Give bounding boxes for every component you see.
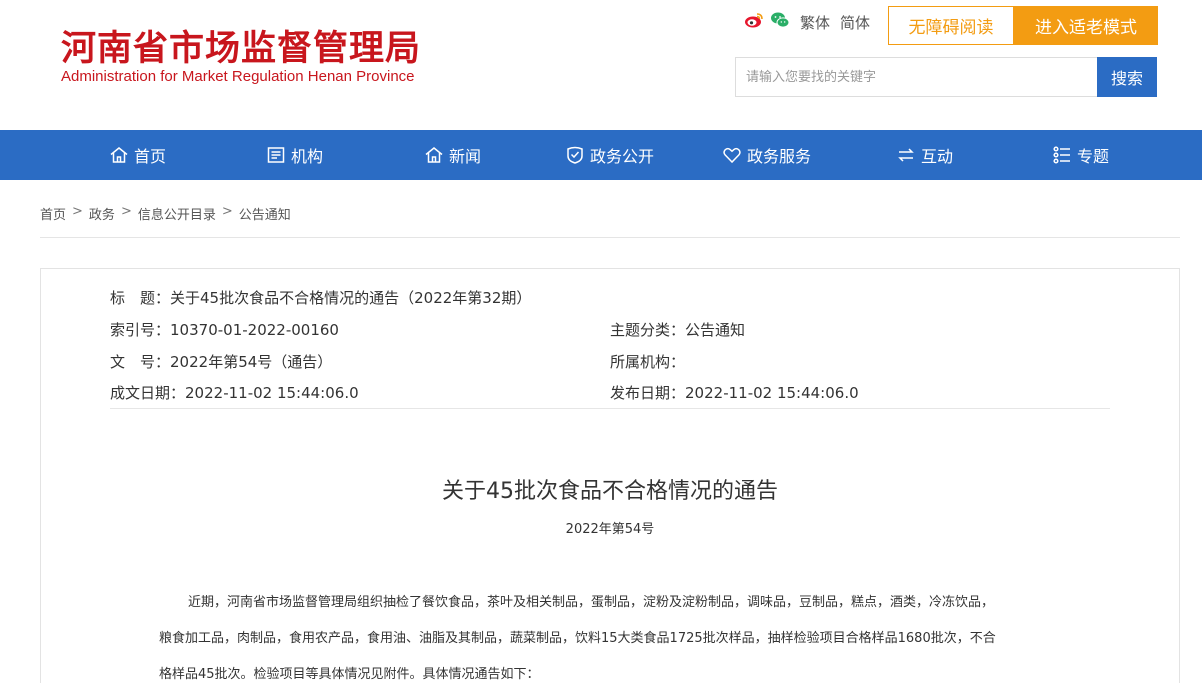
weibo-icon[interactable] [744, 11, 764, 33]
site-header: 河南省市场监督管理局 Administration for Market Reg… [0, 0, 1202, 130]
nav-label-interaction: 互动 [921, 147, 954, 166]
nav-label-home: 首页 [134, 147, 167, 166]
meta-title: 标 题：关于45批次食品不合格情况的通告（2022年第32期） [110, 287, 531, 308]
nav-item-topic[interactable]: 专题 [1052, 130, 1109, 180]
meta-topic-value: 公告通知 [685, 321, 746, 339]
meta-doc-number: 文 号：2022年第54号（通告） [110, 351, 332, 372]
meta-created-label: 成文日期： [110, 384, 186, 402]
accessible-reading-button[interactable]: 无障碍阅读 [888, 6, 1014, 45]
breadcrumb-separator: > [120, 204, 132, 219]
meta-topic: 主题分类：公告通知 [610, 319, 745, 340]
meta-published-date: 发布日期：2022-11-02 15:44:06.0 [610, 382, 859, 403]
meta-created-date: 成文日期：2022-11-02 15:44:06.0 [110, 382, 359, 403]
nav-label-government-service: 政务服务 [747, 147, 812, 166]
meta-topic-label: 主题分类： [610, 321, 686, 339]
top-links: 繁体 简体 [744, 10, 870, 34]
meta-org-label: 所属机构： [610, 353, 686, 371]
article-paragraph-line: 粮食加工品，肉制品，食用农产品，食用油、油脂及其制品，蔬菜制品，饮料15大类食品… [159, 631, 996, 646]
nav-item-open-government[interactable]: 政务公开 [565, 130, 654, 180]
nav-item-news[interactable]: 新闻 [424, 130, 481, 180]
home-icon [110, 147, 128, 163]
meta-published-label: 发布日期： [610, 384, 686, 402]
nav-item-organization[interactable]: 机构 [266, 130, 323, 180]
wechat-icon[interactable] [770, 11, 790, 33]
meta-created-value: 2022-11-02 15:44:06.0 [185, 384, 359, 402]
nav-label-open-government: 政务公开 [590, 147, 655, 166]
nav-label-news: 新闻 [449, 147, 482, 166]
nav-label-organization: 机构 [291, 147, 324, 166]
meta-index: 索引号：10370-01-2022-00160 [110, 319, 339, 340]
organization-icon [267, 147, 285, 163]
article-container: 标 题：关于45批次食品不合格情况的通告（2022年第32期） 索引号：1037… [40, 268, 1180, 683]
search-input[interactable] [735, 57, 1097, 97]
simplified-chinese-link[interactable]: 简体 [840, 12, 870, 33]
meta-divider [110, 408, 1110, 409]
breadcrumb-item-catalog[interactable]: 信息公开目录 [138, 204, 216, 223]
meta-title-label: 标 题： [110, 289, 171, 307]
nav-item-home[interactable]: 首页 [109, 130, 166, 180]
open-government-icon [567, 146, 583, 164]
nav-item-government-service[interactable]: 政务服务 [722, 130, 811, 180]
meta-doc-label: 文 号： [110, 353, 171, 371]
meta-index-value: 10370-01-2022-00160 [170, 321, 339, 339]
traditional-chinese-link[interactable]: 繁体 [800, 12, 830, 33]
breadcrumb: 首页 > 政务 > 信息公开目录 > 公告通知 [40, 204, 291, 223]
meta-title-value: 关于45批次食品不合格情况的通告（2022年第32期） [170, 289, 532, 307]
breadcrumb-item-home[interactable]: 首页 [40, 204, 66, 223]
breadcrumb-separator: > [221, 204, 233, 219]
heart-service-icon [723, 147, 741, 164]
meta-organization: 所属机构： [610, 351, 685, 372]
meta-index-label: 索引号： [110, 321, 171, 339]
topic-icon [1053, 146, 1070, 164]
breadcrumb-divider [40, 237, 1180, 238]
nav-label-topic: 专题 [1077, 147, 1110, 166]
elder-mode-button[interactable]: 进入适老模式 [1014, 6, 1158, 45]
breadcrumb-item-notice[interactable]: 公告通知 [239, 204, 291, 223]
nav-item-interaction[interactable]: 互动 [896, 130, 953, 180]
breadcrumb-separator: > [72, 204, 83, 219]
search-button[interactable]: 搜索 [1097, 57, 1157, 97]
article-paragraph-line: 近期，河南省市场监督管理局组织抽检了餐饮食品，茶叶及相关制品，蛋制品，淀粉及淀粉… [188, 595, 995, 610]
news-icon [425, 147, 443, 163]
meta-doc-value: 2022年第54号（通告） [170, 353, 333, 371]
site-logo-chinese[interactable]: 河南省市场监督管理局 [61, 20, 421, 71]
article-paragraph-line: 格样品45批次。检验项目等具体情况见附件。具体情况通告如下： [159, 667, 540, 682]
meta-published-value: 2022-11-02 15:44:06.0 [685, 384, 859, 402]
interaction-icon [898, 148, 914, 162]
article-title: 关于45批次食品不合格情况的通告 [442, 479, 778, 504]
breadcrumb-item-government[interactable]: 政务 [89, 204, 115, 223]
article-number: 2022年第54号 [565, 522, 655, 537]
main-nav: 首页 机构 新闻 政务公开 政务服务 互动 专题 [0, 130, 1202, 180]
site-logo-english[interactable]: Administration for Market Regulation Hen… [61, 68, 415, 85]
